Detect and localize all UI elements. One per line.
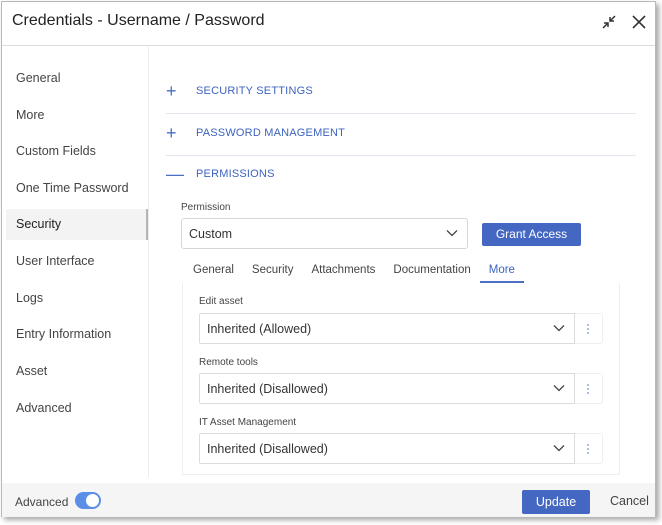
permission-tabs: General Security Attachments Documentati… — [184, 261, 524, 283]
close-icon[interactable] — [630, 13, 648, 31]
cancel-button[interactable]: Cancel — [610, 494, 649, 508]
tab-general[interactable]: General — [184, 261, 243, 283]
tab-attachments[interactable]: Attachments — [302, 261, 384, 283]
expand-icon: + — [166, 122, 177, 143]
tab-documentation[interactable]: Documentation — [384, 261, 479, 283]
advanced-label: Advanced — [15, 495, 69, 509]
section-label: PERMISSIONS — [196, 168, 275, 180]
update-button[interactable]: Update — [522, 490, 590, 514]
permission-fields-panel: Edit asset Inherited (Allowed) Remote to… — [182, 283, 620, 475]
permission-label: Permission — [181, 202, 231, 213]
sidebar-item-user-interface[interactable]: User Interface — [6, 246, 148, 277]
dialog-footer: Advanced Update Cancel — [2, 483, 655, 517]
credentials-dialog: Credentials - Username / Password Genera… — [1, 1, 656, 517]
collapse-section-icon: — — [166, 163, 184, 184]
collapse-icon[interactable] — [600, 13, 618, 31]
edit-asset-select[interactable]: Inherited (Allowed) — [199, 313, 575, 344]
section-security-settings[interactable]: + SECURITY SETTINGS — [166, 71, 636, 111]
chevron-down-icon — [446, 230, 458, 237]
remote-tools-more-icon[interactable] — [575, 373, 603, 404]
sidebar: General More Custom Fields One Time Pass… — [2, 47, 149, 477]
toggle-knob — [86, 494, 99, 507]
section-permissions[interactable]: — PERMISSIONS — [166, 154, 636, 194]
chevron-down-icon — [553, 445, 565, 452]
expand-icon: + — [166, 80, 177, 101]
chevron-down-icon — [553, 325, 565, 332]
edit-asset-more-icon[interactable] — [575, 313, 603, 344]
sidebar-item-security[interactable]: Security — [6, 209, 148, 240]
sidebar-item-custom-fields[interactable]: Custom Fields — [6, 136, 148, 167]
sidebar-item-advanced[interactable]: Advanced — [6, 393, 148, 424]
content-area: + SECURITY SETTINGS + PASSWORD MANAGEMEN… — [150, 47, 655, 477]
it-asset-management-value: Inherited (Disallowed) — [207, 442, 328, 456]
it-asset-management-label: IT Asset Management — [199, 417, 297, 428]
dialog-title: Credentials - Username / Password — [12, 12, 265, 29]
edit-asset-label: Edit asset — [199, 296, 243, 307]
permission-value: Custom — [189, 227, 233, 241]
grant-access-button[interactable]: Grant Access — [482, 223, 581, 246]
remote-tools-select[interactable]: Inherited (Disallowed) — [199, 373, 575, 404]
permission-select[interactable]: Custom — [181, 218, 468, 249]
tab-more[interactable]: More — [479, 261, 524, 283]
sidebar-item-one-time-password[interactable]: One Time Password — [6, 173, 148, 204]
remote-tools-value: Inherited (Disallowed) — [207, 382, 328, 396]
sidebar-item-entry-information[interactable]: Entry Information — [6, 319, 148, 350]
dialog-header: Credentials - Username / Password — [2, 2, 655, 46]
sidebar-item-more[interactable]: More — [6, 100, 148, 131]
sidebar-item-general[interactable]: General — [6, 63, 148, 94]
sidebar-item-logs[interactable]: Logs — [6, 283, 148, 314]
section-label: PASSWORD MANAGEMENT — [196, 127, 346, 139]
edit-asset-value: Inherited (Allowed) — [207, 322, 312, 336]
tab-security[interactable]: Security — [243, 261, 303, 283]
remote-tools-label: Remote tools — [199, 357, 258, 368]
section-label: SECURITY SETTINGS — [196, 85, 313, 97]
sidebar-item-asset[interactable]: Asset — [6, 356, 148, 387]
it-asset-management-more-icon[interactable] — [575, 433, 603, 464]
chevron-down-icon — [553, 385, 565, 392]
it-asset-management-select[interactable]: Inherited (Disallowed) — [199, 433, 575, 464]
advanced-toggle[interactable] — [75, 492, 101, 509]
section-password-management[interactable]: + PASSWORD MANAGEMENT — [166, 113, 636, 153]
